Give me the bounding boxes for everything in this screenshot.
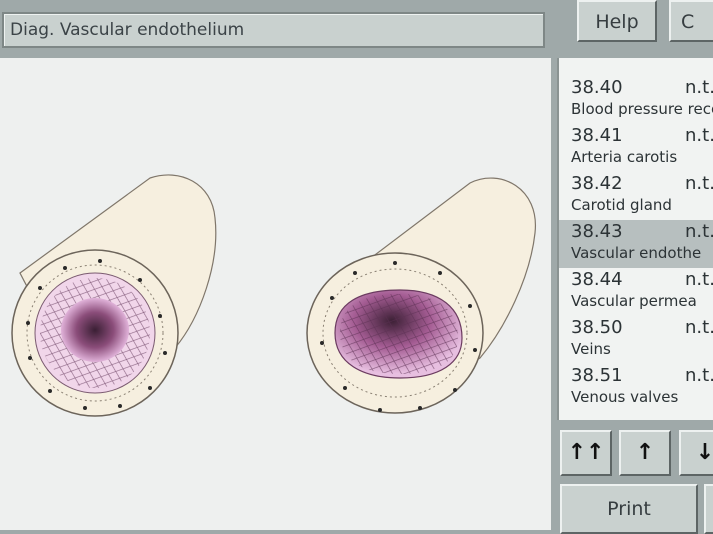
item-status: n.t. xyxy=(685,221,713,242)
double-arrow-up-icon: ↑↑ xyxy=(567,440,605,465)
list-item[interactable]: 38.42 n.t. Carotid gland xyxy=(559,172,713,220)
list-item[interactable]: 38.41 n.t. Arteria carotis xyxy=(559,124,713,172)
item-code: 38.50 xyxy=(571,317,623,338)
list-item-selected[interactable]: 38.43 n.t. Vascular endothe xyxy=(559,220,713,268)
list-item[interactable]: 38.51 n.t. Venous valves xyxy=(559,364,713,412)
item-name: Blood pressure recep xyxy=(571,100,713,118)
item-status: n.t. xyxy=(685,317,713,338)
scroll-up-button[interactable]: ↑ xyxy=(619,430,671,476)
illustration-area xyxy=(0,58,551,530)
item-status: n.t. xyxy=(685,365,713,386)
vessel-illustration xyxy=(11,174,536,417)
secondary-action-button[interactable] xyxy=(704,484,713,534)
item-status: n.t. xyxy=(685,125,713,146)
first-page-button[interactable]: ↑↑ xyxy=(560,430,612,476)
item-code: 38.40 xyxy=(571,77,623,98)
list-item[interactable]: 38.50 n.t. Veins xyxy=(559,316,713,364)
item-status: n.t. xyxy=(685,77,713,98)
item-name: Veins xyxy=(571,340,611,358)
item-code: 38.42 xyxy=(571,173,623,194)
help-button[interactable]: Help xyxy=(577,0,657,42)
diagnosis-title-field: Diag. Vascular endothelium xyxy=(2,12,545,48)
item-code: 38.51 xyxy=(571,365,623,386)
item-status: n.t. xyxy=(685,173,713,194)
arrow-up-icon: ↑ xyxy=(635,440,655,465)
scroll-down-button[interactable]: ↓ xyxy=(679,430,713,476)
item-name: Vascular endothe xyxy=(571,244,702,262)
artery-cross-section-left xyxy=(11,174,217,417)
topic-list[interactable]: 38.40 n.t. Blood pressure recep 38.41 n.… xyxy=(557,58,713,420)
list-item[interactable]: 38.44 n.t. Vascular permea xyxy=(559,268,713,316)
item-name: Vascular permea xyxy=(571,292,697,310)
item-status: n.t. xyxy=(685,269,713,290)
item-code: 38.41 xyxy=(571,125,623,146)
list-item[interactable]: 38.40 n.t. Blood pressure recep xyxy=(559,76,713,124)
arrow-down-icon: ↓ xyxy=(695,440,713,465)
item-code: 38.43 xyxy=(571,221,623,242)
item-name: Venous valves xyxy=(571,388,679,406)
close-button[interactable]: C xyxy=(669,0,713,42)
print-button[interactable]: Print xyxy=(560,484,698,534)
item-name: Arteria carotis xyxy=(571,148,678,166)
artery-cross-section-right xyxy=(306,177,536,414)
item-name: Carotid gland xyxy=(571,196,672,214)
item-code: 38.44 xyxy=(571,269,623,290)
